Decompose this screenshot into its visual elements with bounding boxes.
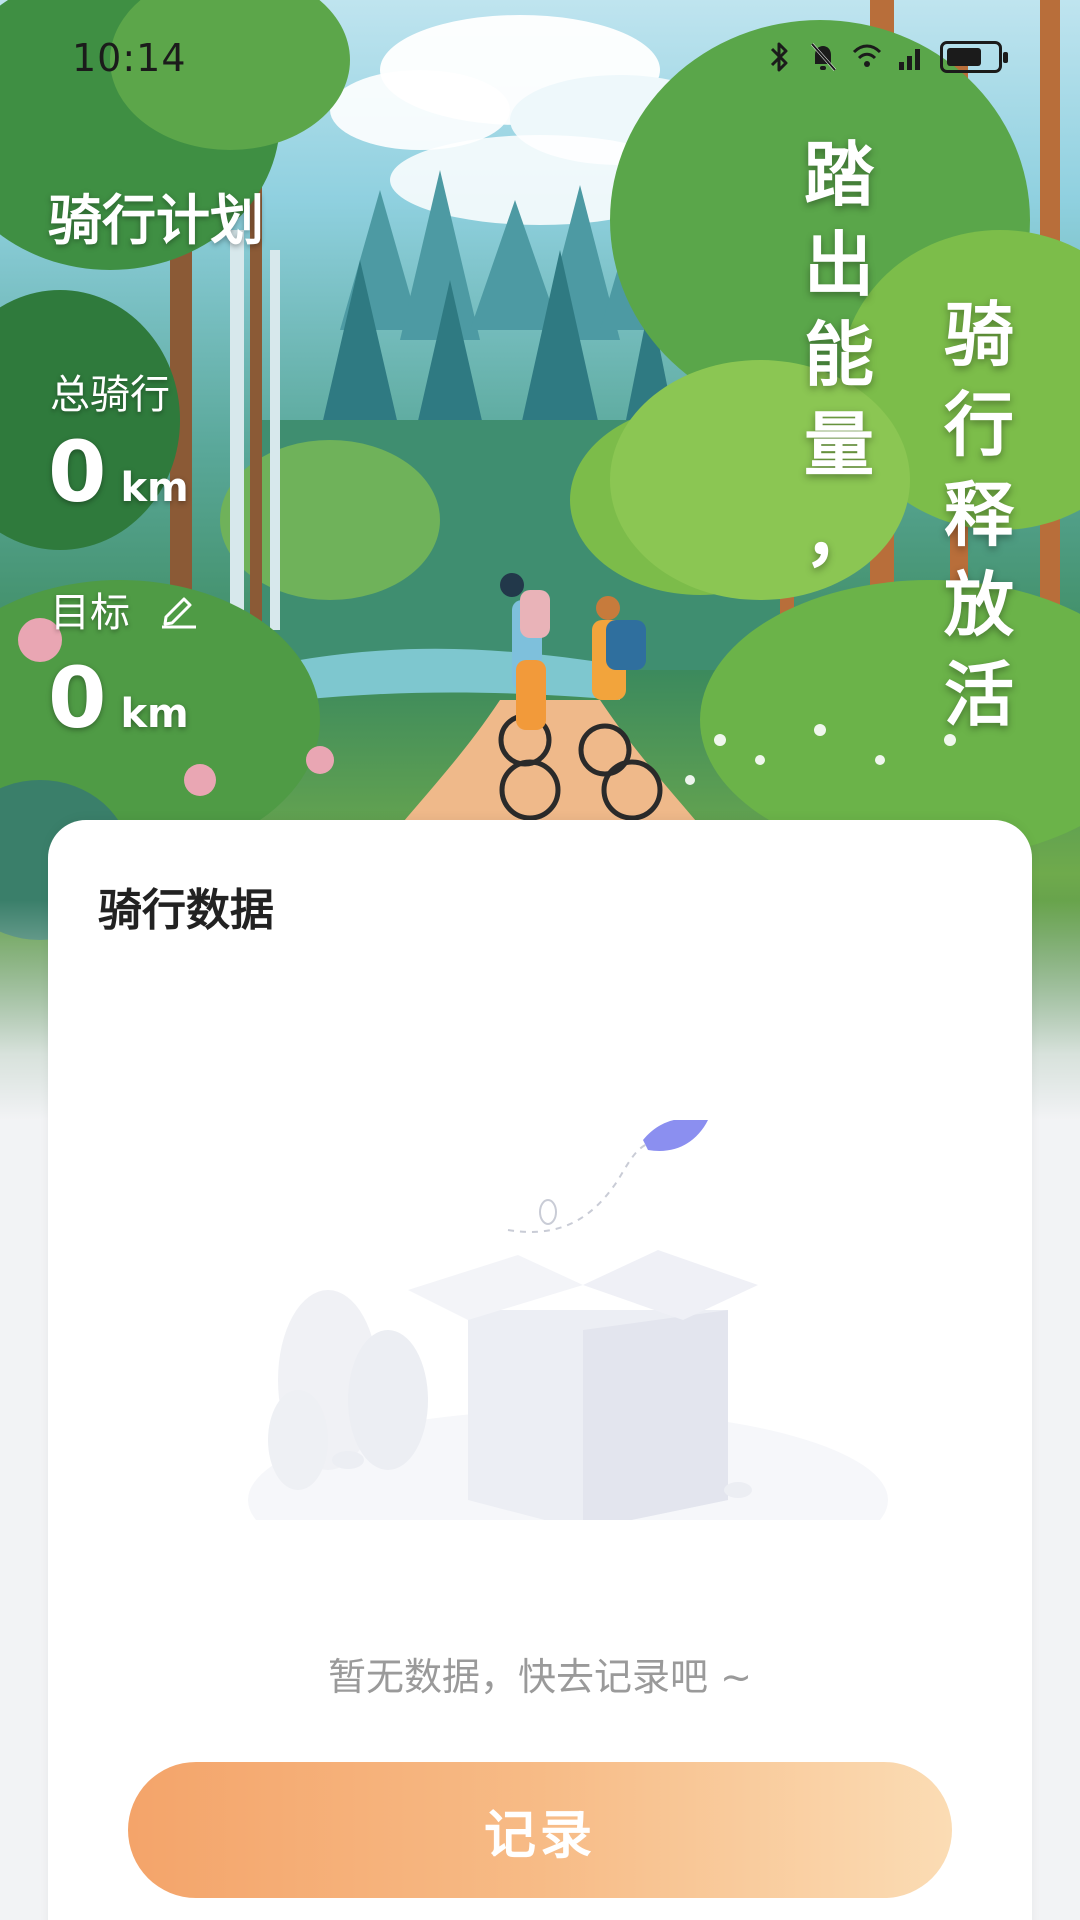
goal-label: 目标: [50, 580, 200, 638]
total-ride-number: 0: [48, 423, 107, 521]
status-icons: [764, 40, 1008, 74]
total-ride-unit: km: [120, 465, 189, 511]
slogan-column-right: 骑行释放活: [944, 293, 1014, 736]
record-button[interactable]: 记录: [128, 1762, 952, 1898]
battery-icon: [940, 41, 1008, 73]
empty-box-illustration: [248, 1120, 888, 1520]
ride-data-card: 骑行数据 暂无数据，快去记录吧 ~ 记录: [48, 820, 1032, 1920]
status-bar: 10:14: [0, 30, 1080, 90]
bell-mute-icon: [810, 43, 837, 71]
goal-unit: km: [120, 691, 189, 737]
goal-number: 0: [48, 649, 107, 747]
edit-goal-icon[interactable]: [156, 587, 200, 631]
total-ride-value: 0 km: [48, 430, 189, 514]
status-time: 10:14: [72, 36, 187, 80]
wifi-icon: [852, 44, 882, 67]
empty-state-text: 暂无数据，快去记录吧 ~: [328, 1655, 752, 1699]
bluetooth-icon: [770, 42, 788, 72]
goal-label-text: 目标: [50, 590, 130, 636]
card-title: 骑行数据: [98, 885, 274, 936]
slogan-column-left: 踏出能量，: [804, 133, 874, 576]
signal-icon: [899, 49, 920, 70]
total-ride-label: 总骑行: [50, 362, 170, 420]
page-title: 骑行计划: [48, 189, 264, 252]
total-ride-label-text: 总骑行: [50, 372, 170, 418]
goal-value: 0 km: [48, 656, 189, 740]
battery-level: [947, 48, 981, 66]
